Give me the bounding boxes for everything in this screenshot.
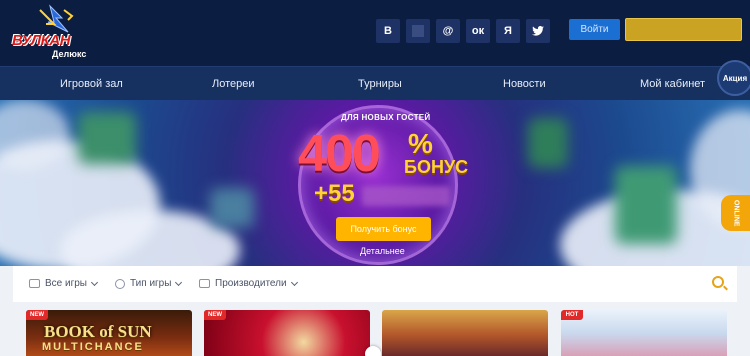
chevron-down-icon (90, 278, 99, 286)
social-links: В @ ок Я (376, 19, 550, 43)
filter-all-games-label: Все игры (45, 278, 87, 289)
game-tile-3[interactable] (382, 310, 548, 356)
get-bonus-button[interactable]: Получить бонус (336, 217, 431, 241)
logo-subtitle: Делюкс (52, 49, 87, 59)
search-icon[interactable] (712, 276, 724, 288)
new-badge: NEW (26, 310, 48, 320)
odnoklassniki-icon[interactable]: ок (466, 19, 490, 43)
blurred-prize-right (528, 118, 568, 168)
promo-percent: % (408, 128, 433, 159)
game-subtitle: MULTICHANCE (42, 341, 144, 353)
top-header: ВУЛКАН Делюкс В @ ок Я Войти (0, 0, 750, 66)
register-button[interactable] (625, 18, 742, 41)
logo-word: ВУЛКАН (12, 32, 71, 49)
promo-badge[interactable]: Акция (717, 60, 750, 96)
promo-number: 400 (298, 125, 381, 183)
nav-item-my-cabinet[interactable]: Мой кабинет (640, 78, 705, 90)
blank-social-icon[interactable] (406, 19, 430, 43)
filter-all-games[interactable]: Все игры (29, 278, 99, 289)
filter-bar: Все игры Тип игры Производители (13, 266, 737, 302)
hot-badge: HOT (561, 310, 583, 320)
game-tile-book-of-sun[interactable]: NEW BOOK of SUN MULTICHANCE (26, 310, 192, 356)
games-icon (29, 279, 40, 288)
promo-blurred-text (362, 186, 450, 206)
game-tile-4[interactable]: HOT (561, 310, 727, 356)
yandex-icon[interactable]: Я (496, 19, 520, 43)
blurred-prize-mid (210, 188, 254, 228)
promo-banner[interactable]: ДЛЯ НОВЫХ ГОСТЕЙ 400 % БОНУС +55 Получит… (0, 100, 750, 266)
game-title: BOOK of SUN (44, 322, 152, 341)
promo-caption: ДЛЯ НОВЫХ ГОСТЕЙ (341, 113, 431, 122)
filter-providers[interactable]: Производители (199, 278, 298, 289)
game-type-icon (115, 278, 125, 289)
game-tile-2[interactable]: NEW (204, 310, 370, 356)
promo-plus-value: +55 (314, 180, 355, 207)
mail-icon[interactable]: @ (436, 19, 460, 43)
vk-icon[interactable]: В (376, 19, 400, 43)
promo-bonus-word: БОНУС (404, 157, 469, 177)
brand-logo[interactable]: ВУЛКАН Делюкс (10, 4, 104, 60)
filter-game-type-label: Тип игры (130, 278, 172, 289)
carousel-handle[interactable] (365, 346, 381, 356)
twitter-icon[interactable] (526, 19, 550, 43)
chevron-down-icon (290, 278, 298, 286)
login-button[interactable]: Войти (569, 19, 620, 40)
nav-item-game-hall[interactable]: Игровой зал (60, 78, 123, 90)
details-link[interactable]: Детальнее (360, 246, 405, 256)
blurred-prize-far-right (615, 166, 677, 244)
blurred-prize-left (78, 112, 136, 164)
filter-game-type[interactable]: Тип игры (115, 278, 183, 289)
main-nav: Игровой зал Лотереи Турниры Новости Мой … (0, 66, 750, 100)
nav-item-tournaments[interactable]: Турниры (358, 78, 402, 90)
providers-icon (199, 279, 210, 288)
nav-item-news[interactable]: Новости (503, 78, 546, 90)
online-chat-tab[interactable]: ONLINE (721, 195, 750, 231)
filter-providers-label: Производители (215, 278, 287, 289)
casino-page: ВУЛКАН Делюкс В @ ок Я Войти Игровой зал… (0, 0, 750, 356)
chevron-down-icon (175, 278, 183, 286)
nav-item-lotteries[interactable]: Лотереи (212, 78, 255, 90)
new-badge: NEW (204, 310, 226, 320)
